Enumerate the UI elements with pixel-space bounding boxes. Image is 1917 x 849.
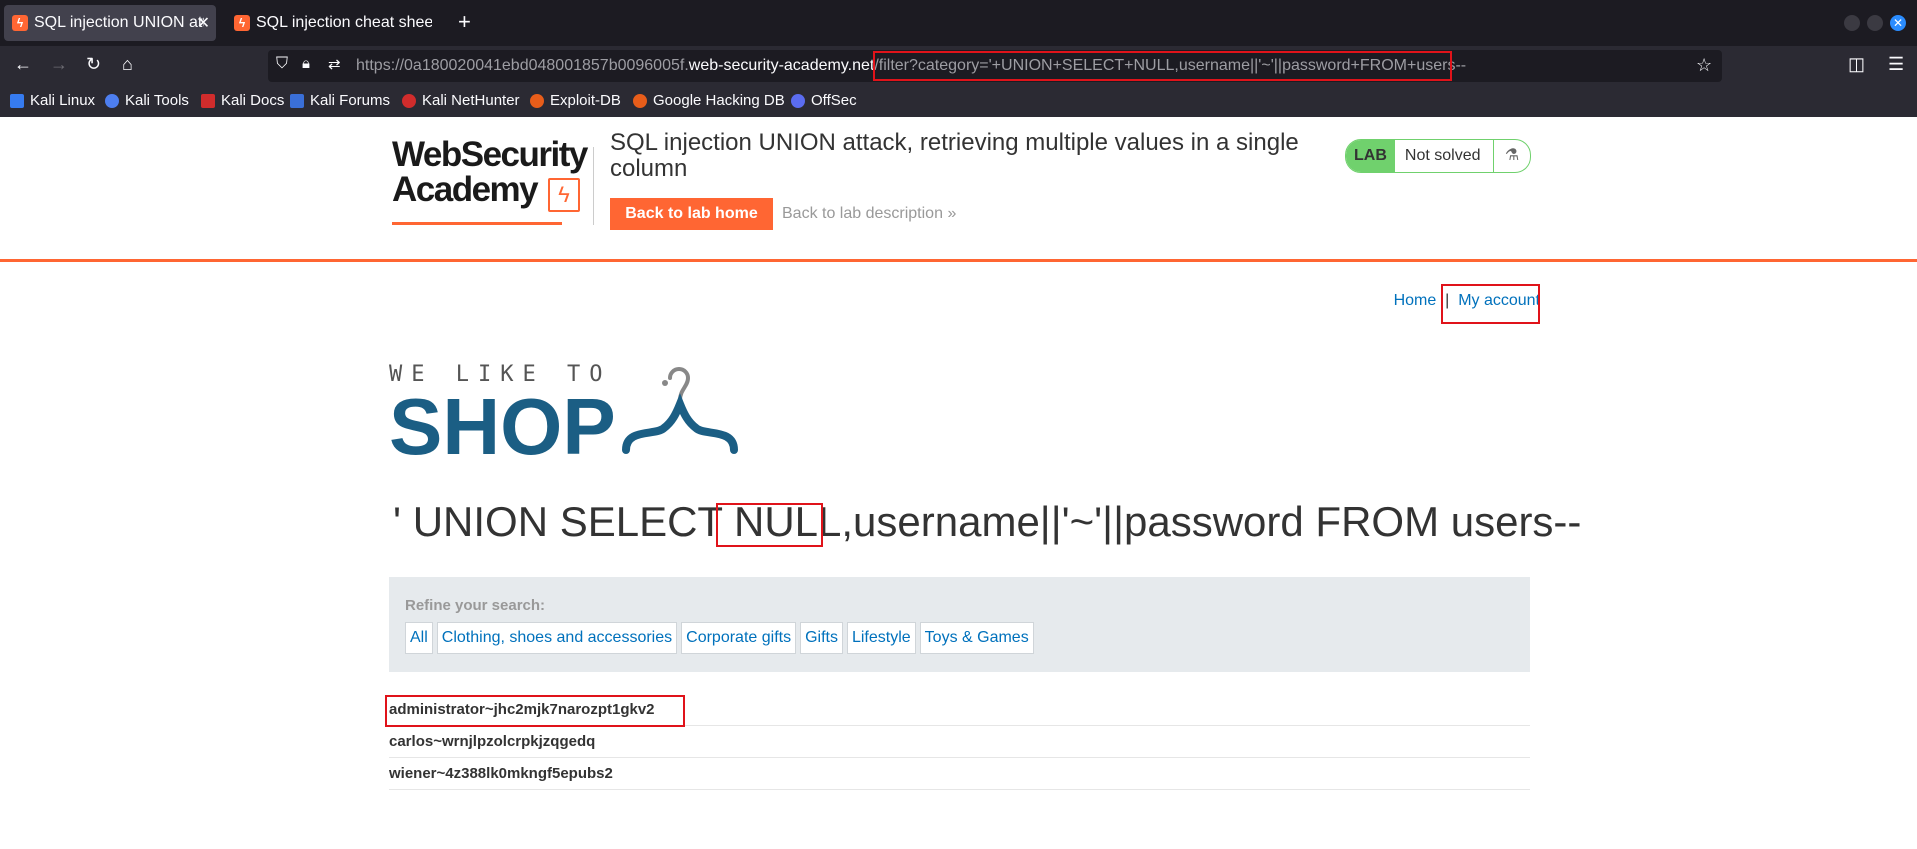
bookmark-exploit-db[interactable]: Exploit-DB xyxy=(530,92,621,109)
filter-corporate-gifts[interactable]: Corporate gifts xyxy=(681,622,797,654)
kali-forums-icon xyxy=(290,93,304,108)
bookmarks-toolbar: Kali Linux Kali Tools Kali Docs Kali For… xyxy=(0,86,1917,118)
flask-icon: ⚗ xyxy=(1493,140,1530,172)
bookmark-offsec[interactable]: OffSec xyxy=(791,92,857,109)
bookmark-kali-docs[interactable]: Kali Docs xyxy=(201,92,284,109)
shield-icon[interactable]: ⛉ xyxy=(276,55,288,73)
filter-gifts[interactable]: Gifts xyxy=(800,622,843,654)
home-link[interactable]: Home xyxy=(1394,292,1437,309)
nethunter-icon xyxy=(402,93,416,108)
close-tab-icon[interactable]: ✕ xyxy=(197,13,210,33)
kali-tools-icon xyxy=(105,93,119,108)
filter-toys-games[interactable]: Toys & Games xyxy=(919,622,1034,654)
bookmark-kali-forums[interactable]: Kali Forums xyxy=(290,92,390,109)
bookmark-kali-tools[interactable]: Kali Tools xyxy=(105,92,189,109)
bookmark-kali-linux[interactable]: Kali Linux xyxy=(10,92,95,109)
url-domain: web-security-academy.net xyxy=(688,57,875,74)
portswigger-favicon-icon: ϟ xyxy=(234,15,250,31)
tab-sql-injection-union-attack[interactable]: ϟ SQL injection UNION attack ✕ xyxy=(4,5,216,41)
tab-title: SQL injection cheat sheet xyxy=(256,14,432,31)
table-row: carlos~wrnjlpzolcrpkjzqgedq xyxy=(389,726,1530,758)
lock-icon[interactable]: 🔒︎ xyxy=(302,55,310,72)
lab-status-widget: LAB Not solved ⚗ xyxy=(1345,139,1531,173)
bookmark-kali-nethunter[interactable]: Kali NetHunter xyxy=(402,92,520,109)
lab-title: SQL injection UNION attack, retrieving m… xyxy=(610,129,1299,182)
shop-logo: WE LIKE TO SHOP xyxy=(389,362,616,471)
kali-docs-icon xyxy=(201,93,215,108)
bookmark-google-hacking-db[interactable]: Google Hacking DB xyxy=(633,92,785,109)
url-prefix: https://0a180020041ebd048001857b0096005f… xyxy=(356,57,689,74)
menu-hamburger-icon[interactable]: ☰ xyxy=(1888,54,1904,75)
web-security-academy-logo[interactable]: WebSecurity Academy ϟ xyxy=(392,137,588,225)
refine-search-label: Refine your search: xyxy=(405,597,546,614)
admin-row-highlight-box xyxy=(385,695,685,727)
filter-lifestyle[interactable]: Lifestyle xyxy=(846,622,916,654)
filter-clothing[interactable]: Clothing, shoes and accessories xyxy=(436,622,678,654)
back-to-lab-home-button[interactable]: Back to lab home xyxy=(610,198,773,230)
back-arrow-icon[interactable]: ← xyxy=(14,54,32,75)
lab-status-text: Not solved xyxy=(1404,147,1481,164)
shop-logo-title: SHOP xyxy=(389,382,616,471)
header-divider xyxy=(593,147,594,225)
forward-arrow-icon[interactable]: → xyxy=(50,54,68,75)
browser-tab-bar: ϟ SQL injection UNION attack ✕ ϟ SQL inj… xyxy=(0,0,1917,46)
bookmark-star-icon[interactable]: ☆ xyxy=(1696,55,1712,76)
ghdb-icon xyxy=(633,93,647,108)
maximize-window-icon[interactable] xyxy=(1867,15,1883,31)
minimize-window-icon[interactable] xyxy=(1844,15,1860,31)
null-highlight-box xyxy=(716,503,823,547)
kali-dragon-icon xyxy=(10,93,24,108)
lab-header: WebSecurity Academy ϟ SQL injection UNIO… xyxy=(0,117,1917,262)
permissions-icon[interactable]: ⇄ xyxy=(328,55,341,73)
double-chevron-right-icon: » xyxy=(947,205,957,222)
logo-underline xyxy=(392,222,562,225)
filter-all[interactable]: All xyxy=(405,622,433,654)
my-account-highlight-box xyxy=(1441,284,1540,324)
category-heading: ' UNION SELECT NULL,username||'~'||passw… xyxy=(393,498,1582,545)
portswigger-favicon-icon: ϟ xyxy=(12,15,28,31)
back-to-lab-description-link[interactable]: Back to lab description » xyxy=(782,205,956,223)
tab-title: SQL injection UNION attack xyxy=(34,14,204,31)
lightning-bolt-icon: ϟ xyxy=(548,178,580,212)
offsec-icon xyxy=(791,93,805,108)
close-window-icon[interactable]: ✕ xyxy=(1890,15,1906,31)
table-row: wiener~4z388lk0mkngf5epubs2 xyxy=(389,758,1530,790)
hanger-icon xyxy=(622,367,738,454)
home-icon[interactable]: ⌂ xyxy=(122,54,133,75)
tab-sql-injection-cheat-sheet[interactable]: ϟ SQL injection cheat sheet xyxy=(226,5,444,41)
exploit-db-icon xyxy=(530,93,544,108)
pocket-icon[interactable]: ◫ xyxy=(1848,54,1865,75)
filter-panel: Refine your search: All Clothing, shoes … xyxy=(389,577,1530,672)
url-highlight-box xyxy=(873,51,1452,81)
category-filters: All Clothing, shoes and accessories Corp… xyxy=(405,622,1034,654)
new-tab-plus-icon[interactable]: + xyxy=(458,9,471,35)
lab-tag: LAB xyxy=(1346,140,1395,172)
reload-icon[interactable]: ↻ xyxy=(86,54,101,75)
